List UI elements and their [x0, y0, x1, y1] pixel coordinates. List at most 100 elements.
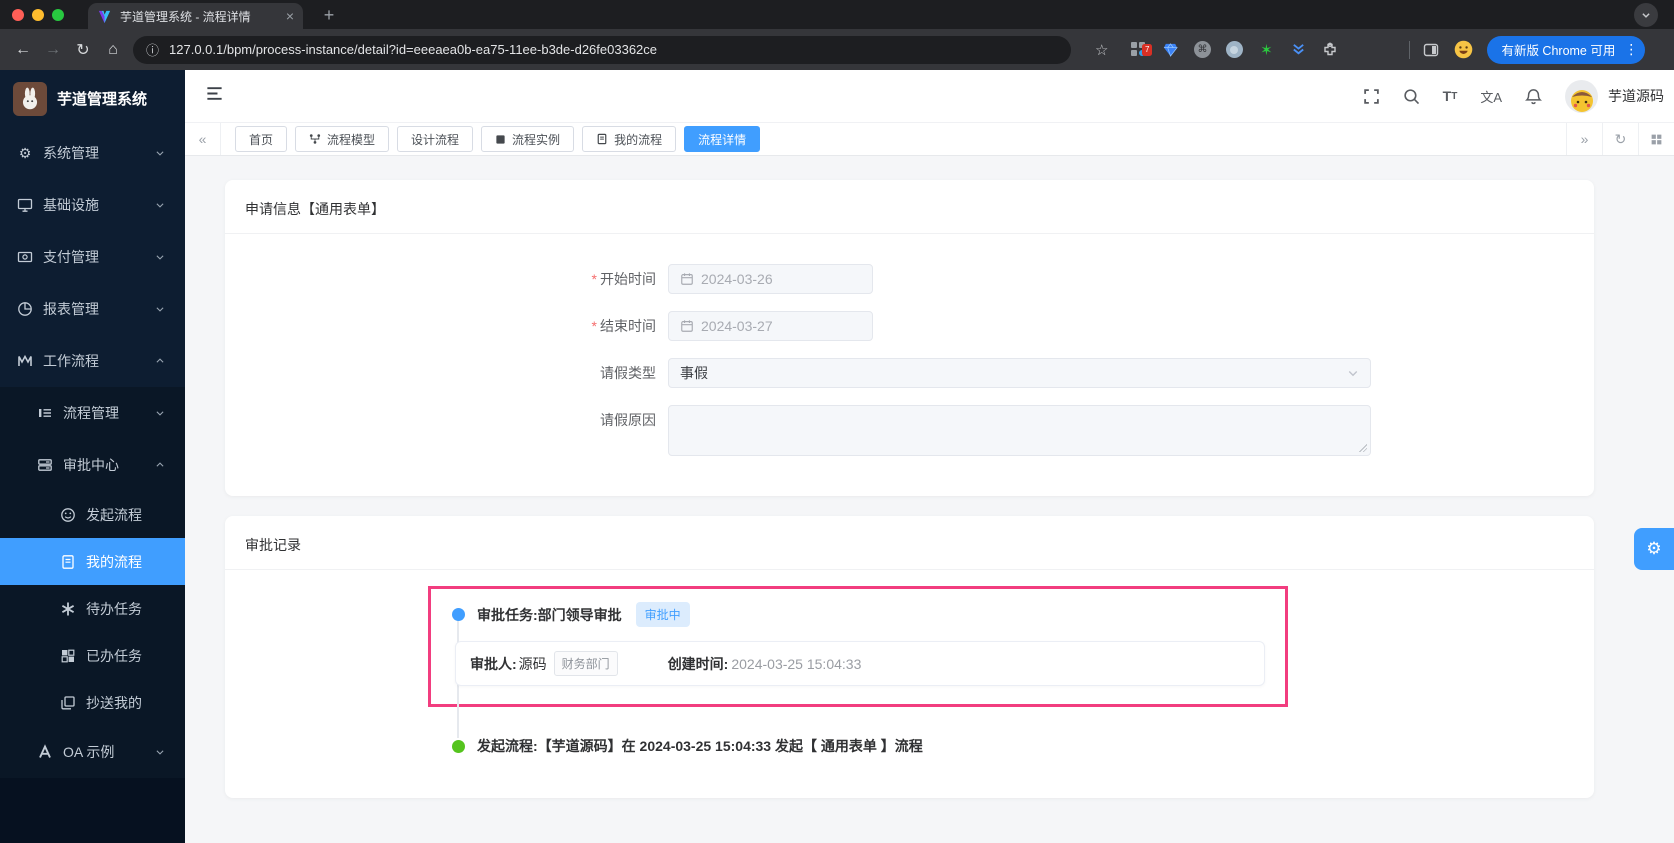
required-asterisk: *	[591, 318, 597, 334]
home-button[interactable]: ⌂	[98, 41, 128, 59]
tags-scroll-left-button[interactable]: «	[185, 123, 221, 155]
sidebar-item-system[interactable]: ⚙ 系统管理	[0, 127, 185, 179]
calendar-icon	[681, 273, 693, 285]
font-size-button[interactable]: TT	[1443, 88, 1458, 104]
search-button[interactable]	[1403, 88, 1420, 105]
timeline-dot-start	[452, 739, 465, 753]
chevron-down-icon	[156, 203, 164, 208]
rabbit-logo-icon	[22, 87, 38, 109]
leave-type-select[interactable]: 事假	[668, 358, 1371, 388]
browser-menu-icon[interactable]: ⋮	[1623, 41, 1639, 58]
sidebar-item-report[interactable]: 报表管理	[0, 283, 185, 335]
tag-home[interactable]: 首页	[235, 126, 288, 152]
approval-record-card: 审批记录 审批任务:部门领导审批 审批中 审批人: 源码 财务部门 创建时间: …	[225, 516, 1594, 798]
start-time-input[interactable]: 2024-03-26	[668, 264, 873, 294]
grid-icon	[1651, 134, 1662, 144]
layout-grid-button[interactable]	[1638, 123, 1674, 155]
hamburger-icon	[207, 87, 222, 100]
extension-circle-button[interactable]	[1218, 41, 1250, 58]
sidebar-item-process-mgmt[interactable]: 流程管理	[0, 387, 185, 439]
tags-view-bar: « 首页 流程模型 设计流程 流程实例 我的流程 流程详情 » ↻	[185, 122, 1674, 156]
gem-icon	[1163, 43, 1178, 57]
calendar-icon	[681, 320, 693, 332]
extensions-menu-button[interactable]	[1314, 42, 1346, 58]
tag-process-detail[interactable]: 流程详情	[684, 126, 761, 152]
tag-my-process[interactable]: 我的流程	[582, 126, 677, 152]
refresh-page-button[interactable]: ↻	[1602, 123, 1638, 155]
sidebar-item-oa-demo[interactable]: OA 示例	[0, 726, 185, 778]
leave-reason-textarea[interactable]	[668, 405, 1371, 456]
sidebar-item-payment[interactable]: 支付管理	[0, 231, 185, 283]
sidebar-item-workflow[interactable]: 工作流程	[0, 335, 185, 387]
back-button[interactable]: ←	[8, 41, 38, 59]
sidebar-filler	[0, 778, 185, 843]
done-task-icon	[61, 649, 75, 662]
minimize-window-button[interactable]	[32, 8, 44, 21]
end-time-value: 2024-03-27	[701, 318, 773, 334]
tab-close-icon[interactable]: ×	[286, 9, 294, 23]
extension-gem-button[interactable]	[1154, 42, 1186, 57]
circle-extension-icon	[1225, 41, 1243, 58]
tag-process-model[interactable]: 流程模型	[295, 126, 390, 152]
chrome-update-button[interactable]: 有新版 Chrome 可用 ⋮	[1487, 35, 1646, 64]
sidebar: 芋道管理系统 ⚙ 系统管理 基础设施 支付管理 报表管理 工作流程 流程管理 审…	[0, 70, 185, 843]
sidebar-item-cc-me[interactable]: 抄送我的	[0, 679, 185, 726]
browser-tab[interactable]: 芋道管理系统 - 流程详情 ×	[88, 3, 303, 29]
avatar-image	[1570, 89, 1593, 112]
tags-scroll-right-button[interactable]: »	[1566, 123, 1602, 155]
pending-task-icon	[61, 602, 75, 615]
copy-icon	[61, 695, 75, 709]
leave-reason-value[interactable]	[680, 406, 1359, 455]
sidebar-item-done-task[interactable]: 已办任务	[0, 632, 185, 679]
zoom-window-button[interactable]	[52, 8, 64, 21]
translate-icon: 文A	[1480, 89, 1502, 105]
bookmark-star-icon[interactable]: ☆	[1095, 41, 1108, 59]
notification-button[interactable]	[1525, 88, 1542, 105]
workflow-submenu: 流程管理 审批中心 发起流程 我的流程 待办任务 已办任务 抄送我的 OA 示例	[0, 387, 185, 778]
document-icon	[597, 133, 607, 145]
highlighted-timeline-entry: 审批任务:部门领导审批 审批中 审批人: 源码 财务部门 创建时间: 2024-…	[428, 586, 1288, 707]
chevron-down-icon	[156, 307, 164, 312]
profile-emoji-button[interactable]	[1447, 40, 1479, 59]
fullscreen-button[interactable]	[1363, 88, 1380, 105]
green-star-icon: ✶	[1260, 41, 1273, 59]
extension-green-star-button[interactable]: ✶	[1250, 41, 1282, 59]
traffic-lights	[0, 8, 64, 21]
end-time-input[interactable]: 2024-03-27	[668, 311, 873, 341]
form-row-leave-reason: 请假原因	[225, 405, 1594, 456]
form-row-start-time: * 开始时间 2024-03-26	[225, 264, 1594, 294]
pie-chart-icon	[18, 302, 32, 316]
leave-type-value: 事假	[680, 365, 708, 381]
apply-info-form: * 开始时间 2024-03-26 * 结束时间 2024-03-27 请假类型…	[225, 234, 1594, 496]
url-bar[interactable]: ⓘ 127.0.0.1/bpm/process-instance/detail?…	[133, 35, 1071, 64]
tab-search-button[interactable]	[1634, 3, 1658, 27]
extension-cmd-button[interactable]: ⌘	[1186, 41, 1218, 58]
tag-design-process[interactable]: 设计流程	[397, 126, 474, 152]
workflow-icon	[18, 354, 32, 366]
monitor-icon	[17, 198, 33, 212]
language-button[interactable]: 文A	[1480, 87, 1502, 106]
user-avatar[interactable]	[1565, 79, 1598, 113]
smiley-icon	[61, 507, 75, 522]
payment-icon	[17, 251, 33, 263]
chevron-down-icon	[156, 255, 164, 260]
reload-button[interactable]: ↻	[68, 40, 98, 60]
sidebar-item-my-process[interactable]: 我的流程	[0, 538, 185, 585]
extension-chevrons-button[interactable]	[1282, 42, 1314, 57]
document-icon	[62, 554, 74, 569]
command-icon: ⌘	[1193, 41, 1211, 58]
extension-tampermonkey-button[interactable]: 7	[1122, 42, 1154, 57]
sidebar-item-approval-center[interactable]: 审批中心	[0, 439, 185, 491]
username[interactable]: 芋道源码	[1608, 86, 1664, 106]
collapse-menu-button[interactable]	[205, 84, 224, 108]
close-window-button[interactable]	[12, 8, 24, 21]
sidebar-item-todo-task[interactable]: 待办任务	[0, 585, 185, 632]
tag-process-instance[interactable]: 流程实例	[481, 126, 575, 152]
settings-drawer-button[interactable]: ⚙	[1634, 528, 1674, 570]
site-info-icon[interactable]: ⓘ	[146, 40, 159, 59]
sidebar-item-start-process[interactable]: 发起流程	[0, 491, 185, 538]
new-tab-button[interactable]: +	[317, 3, 341, 27]
forward-button[interactable]: →	[38, 41, 68, 59]
sidebar-item-infra[interactable]: 基础设施	[0, 179, 185, 231]
side-panel-button[interactable]	[1415, 42, 1447, 58]
